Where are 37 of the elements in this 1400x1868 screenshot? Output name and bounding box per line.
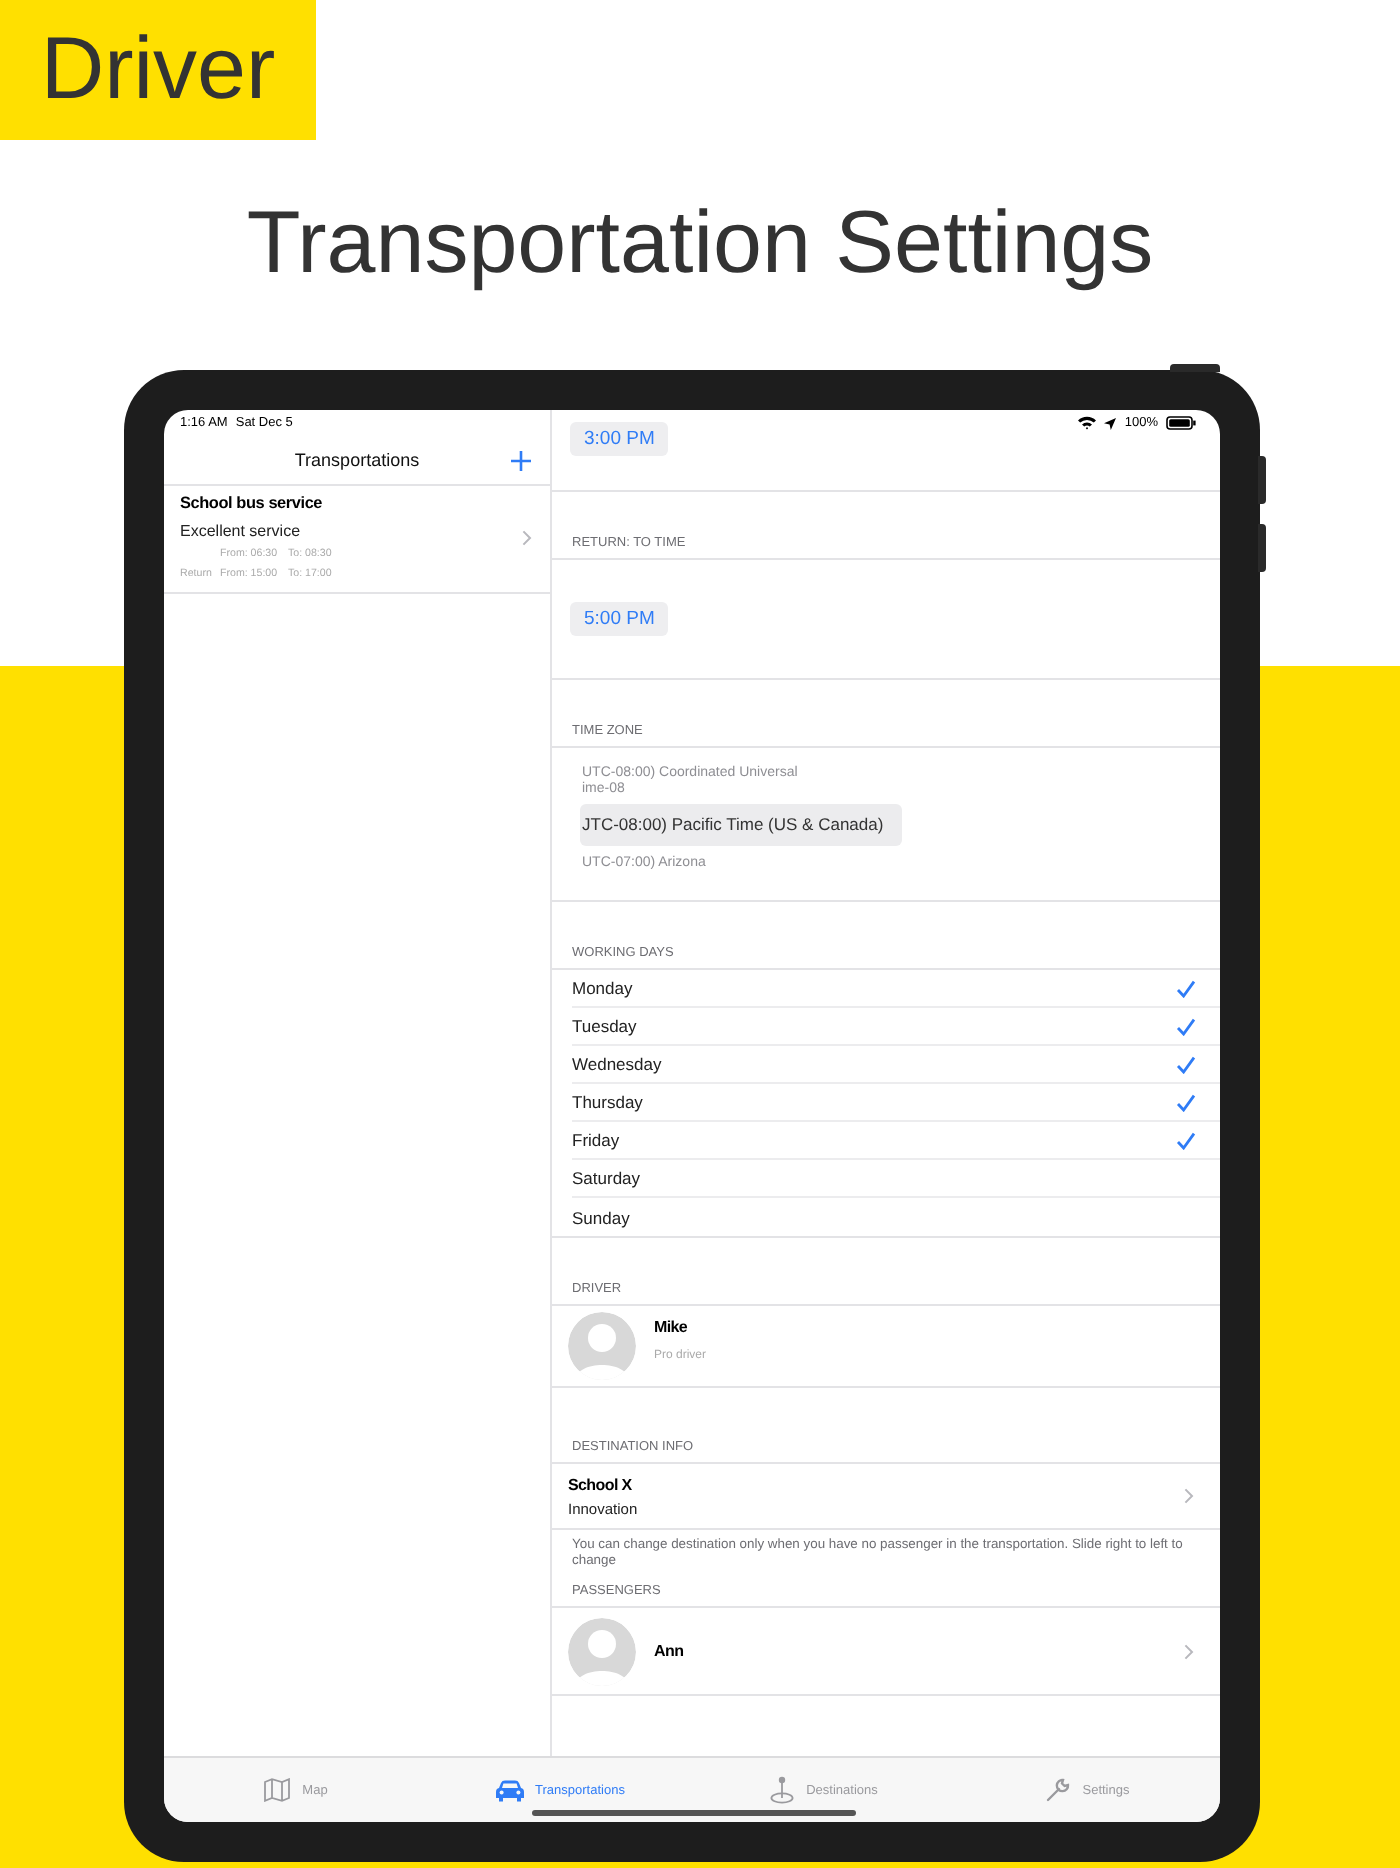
day-name: Saturday (572, 1168, 641, 1188)
driver-name: Mike (654, 1318, 690, 1336)
transportation-title: School bus service (180, 494, 325, 512)
day-name: Sunday (572, 1207, 630, 1227)
day-name: Wednesday (572, 1054, 662, 1074)
banner-title: Driver (40, 20, 276, 120)
add-icon[interactable] (510, 450, 532, 472)
day-row[interactable]: Monday (572, 970, 1220, 1008)
destination-name: School X (568, 1475, 634, 1493)
transportation-subtitle: Excellent service (180, 522, 301, 540)
battery-icon (1166, 416, 1196, 430)
day-row[interactable]: Sunday (572, 1198, 1220, 1236)
headline: Transportation Settings (246, 192, 1154, 296)
day-row[interactable]: Wednesday (572, 1046, 1220, 1084)
avatar-icon (568, 1312, 636, 1380)
wrench-icon (1046, 1778, 1071, 1802)
pin-icon (770, 1776, 795, 1804)
location-icon (1104, 417, 1117, 429)
day-name: Friday (572, 1130, 620, 1150)
avatar-icon (568, 1617, 636, 1685)
day-row[interactable]: Saturday (572, 1160, 1220, 1198)
timezone-option[interactable]: JTC-08:00) Pacific Time (US & Canada) (580, 804, 902, 846)
map-icon (264, 1778, 291, 1802)
day-row[interactable]: Friday (572, 1122, 1220, 1160)
day-row[interactable]: Thursday (572, 1084, 1220, 1122)
wifi-icon (1078, 416, 1097, 430)
passenger-row[interactable]: Ann (552, 1608, 1220, 1696)
nav-title: Transportations (294, 449, 420, 469)
passenger-name: Ann (654, 1642, 684, 1660)
car-icon (495, 1779, 524, 1801)
day-name: Thursday (572, 1092, 643, 1112)
chevron-icon (1184, 1643, 1194, 1659)
day-row[interactable]: Tuesday (572, 1008, 1220, 1046)
chevron-icon (522, 530, 532, 546)
day-name: Monday (572, 978, 633, 998)
day-name: Tuesday (572, 1016, 637, 1036)
chevron-icon (1184, 1488, 1194, 1504)
